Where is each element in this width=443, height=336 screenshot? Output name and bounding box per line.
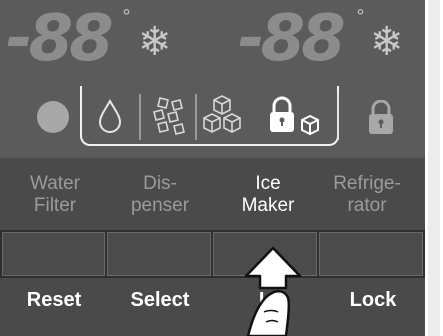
reset-button[interactable] <box>2 232 105 276</box>
freezer-snowflake-icon: ❄ <box>138 19 172 65</box>
control-panel: -88 ° ❄ -88 ° ❄ Water Filter Dis- penser… <box>0 0 425 336</box>
water-drop-icon <box>98 98 122 133</box>
lock-icon <box>369 100 393 134</box>
dispenser-label: Dis-penser <box>130 173 190 216</box>
lock-button-label: Lock <box>349 289 397 311</box>
divider <box>139 94 141 140</box>
select-button-label: Select <box>130 289 190 311</box>
ice-maker-label: Ice Maker <box>241 173 295 216</box>
water-filter-label: Water Filter <box>30 173 80 216</box>
filter-dot-icon <box>37 101 69 133</box>
freezer-degree-sign: ° <box>122 6 131 27</box>
select-button[interactable] <box>107 232 211 276</box>
display-area: -88 ° ❄ -88 ° ❄ <box>0 0 425 158</box>
pointing-finger-icon <box>244 246 302 336</box>
crushed-ice-icon <box>153 97 185 135</box>
lock-button[interactable] <box>319 232 423 276</box>
refrigerator-label: Refrige-rator <box>333 173 401 216</box>
fridge-snowflake-icon: ❄ <box>370 19 404 65</box>
fridge-temperature: -88 <box>238 2 346 76</box>
cubed-ice-icon <box>203 95 241 133</box>
right-margin <box>425 0 443 336</box>
divider <box>195 94 197 140</box>
ice-maker-lock-icon <box>270 96 319 136</box>
freezer-temperature: -88 <box>6 2 114 76</box>
reset-button-label: Reset <box>26 289 82 311</box>
divider <box>337 94 339 140</box>
fridge-degree-sign: ° <box>356 6 365 27</box>
